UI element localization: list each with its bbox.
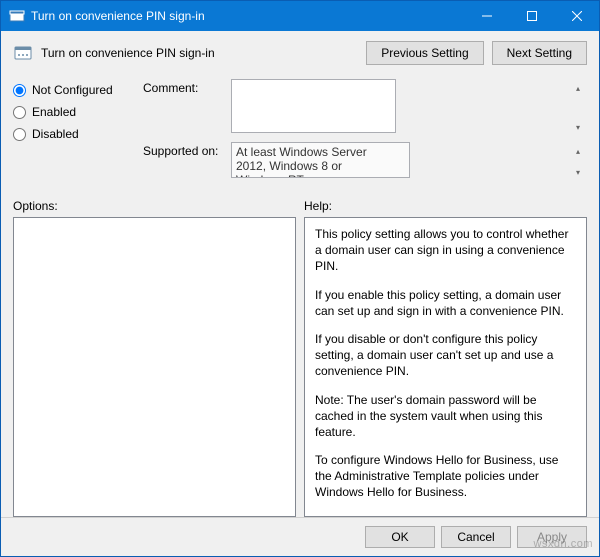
window-title: Turn on convenience PIN sign-in	[31, 9, 464, 23]
maximize-button[interactable]	[509, 1, 554, 31]
config-section: Not Configured Enabled Disabled Comment:…	[13, 79, 587, 187]
state-radio-group: Not Configured Enabled Disabled	[13, 79, 143, 187]
radio-enabled[interactable]: Enabled	[13, 105, 143, 119]
radio-disabled-input[interactable]	[13, 128, 26, 141]
comment-scroll-up-icon[interactable]: ▴	[570, 80, 586, 96]
help-paragraph: If you enable this policy setting, a dom…	[315, 287, 576, 319]
supported-on-value	[231, 142, 410, 178]
help-label: Help:	[304, 199, 587, 213]
supported-on-label: Supported on:	[143, 142, 231, 181]
comment-input[interactable]	[231, 79, 396, 133]
content-area: Turn on convenience PIN sign-in Previous…	[1, 31, 599, 517]
options-panel	[13, 217, 296, 517]
supported-scroll-down-icon[interactable]: ▾	[570, 164, 586, 180]
radio-not-configured-label[interactable]: Not Configured	[32, 83, 113, 97]
apply-button[interactable]: Apply	[517, 526, 587, 548]
bottom-button-bar: OK Cancel Apply	[1, 517, 599, 556]
radio-disabled-label[interactable]: Disabled	[32, 127, 79, 141]
close-button[interactable]	[554, 1, 599, 31]
policy-window-icon	[9, 8, 25, 24]
help-panel[interactable]: This policy setting allows you to contro…	[304, 217, 587, 517]
lower-section: Options: Help: This policy setting allow…	[13, 199, 587, 517]
help-paragraph: If you disable or don't configure this p…	[315, 331, 576, 380]
comment-label: Comment:	[143, 79, 231, 136]
policy-editor-window: Turn on convenience PIN sign-in Turn on …	[0, 0, 600, 557]
ok-button[interactable]: OK	[365, 526, 435, 548]
comment-scroll-down-icon[interactable]: ▾	[570, 119, 586, 135]
options-label: Options:	[13, 199, 296, 213]
radio-disabled[interactable]: Disabled	[13, 127, 143, 141]
previous-setting-button[interactable]: Previous Setting	[366, 41, 483, 65]
options-column: Options:	[13, 199, 296, 517]
help-paragraph: Note: The user's domain password will be…	[315, 392, 576, 441]
radio-enabled-input[interactable]	[13, 106, 26, 119]
next-setting-button[interactable]: Next Setting	[492, 41, 587, 65]
help-paragraph: This policy setting allows you to contro…	[315, 226, 576, 275]
cancel-button[interactable]: Cancel	[441, 526, 511, 548]
help-paragraph: To configure Windows Hello for Business,…	[315, 452, 576, 501]
nav-buttons: Previous Setting Next Setting	[366, 41, 587, 65]
minimize-button[interactable]	[464, 1, 509, 31]
titlebar: Turn on convenience PIN sign-in	[1, 1, 599, 31]
header-row: Turn on convenience PIN sign-in Previous…	[13, 41, 587, 65]
fields-column: Comment: ▴ ▾ Supported on: ▴ ▾	[143, 79, 587, 187]
radio-not-configured[interactable]: Not Configured	[13, 83, 143, 97]
supported-scroll-up-icon[interactable]: ▴	[570, 143, 586, 159]
help-column: Help: This policy setting allows you to …	[304, 199, 587, 517]
policy-title: Turn on convenience PIN sign-in	[41, 46, 366, 60]
radio-enabled-label[interactable]: Enabled	[32, 105, 76, 119]
policy-icon	[13, 43, 33, 63]
radio-not-configured-input[interactable]	[13, 84, 26, 97]
